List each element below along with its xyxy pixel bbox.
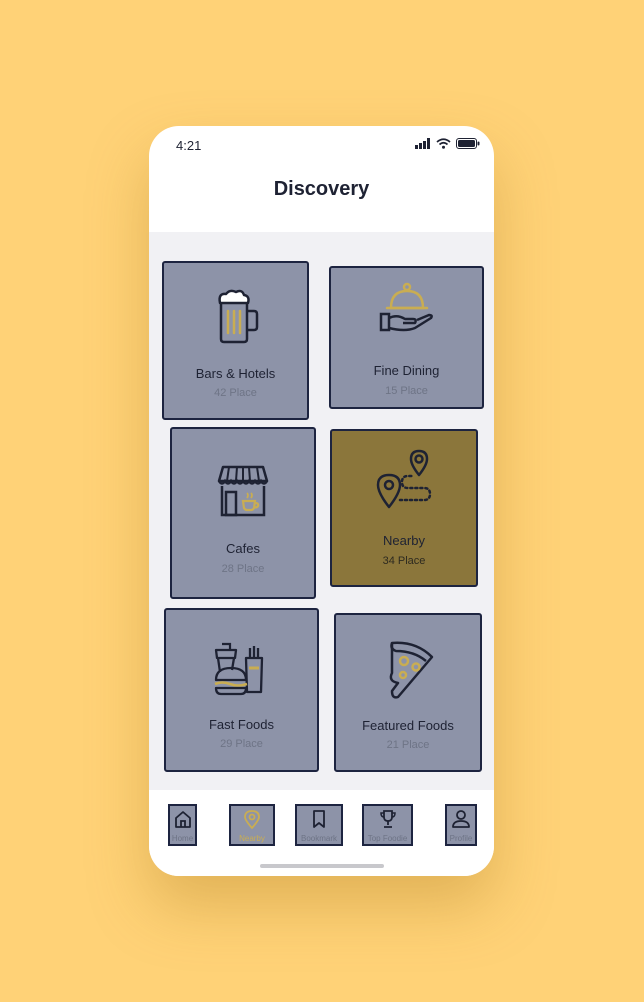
category-card-nearby[interactable]: Nearby 34 Place [330,429,478,587]
tab-nearby[interactable]: Nearby [229,804,275,846]
category-title: Fine Dining [373,363,440,378]
category-title: Featured Foods [362,718,454,733]
tab-label: Home [171,834,194,843]
cellular-signal-icon [415,138,430,149]
battery-icon [456,138,480,149]
category-place-count: 34 Place [382,555,426,567]
category-grid: Bars & Hotels 42 Place Fine Dining 15 Pl… [149,232,494,790]
category-place-count: 21 Place [386,739,430,751]
tab-label: Nearby [239,834,265,843]
category-title: Cafes [226,541,260,556]
category-card-fast-foods[interactable]: Fast Foods 29 Place [164,608,319,772]
beer-mug-icon [217,289,258,344]
wifi-icon [436,138,451,149]
status-icons [415,138,480,149]
phone-frame: 4:21 Discovery Bars & Hotels 42 Place Fi… [149,126,494,876]
tab-bookmark[interactable]: Bookmark [295,804,343,846]
category-title: Nearby [383,533,425,548]
location-pin-icon [244,810,260,829]
tab-profile[interactable]: Profile [445,804,477,846]
pizza-slice-icon [389,641,434,699]
category-place-count: 42 Place [214,387,257,399]
category-place-count: 28 Place [221,563,265,575]
tab-label: Profile [449,834,473,843]
trophy-icon [379,810,396,828]
category-card-featured-foods[interactable]: Featured Foods 21 Place [334,613,482,772]
serving-cloche-icon [379,282,433,332]
category-place-count: 15 Place [385,385,428,397]
tab-label: Top Foodie [367,834,408,843]
category-card-cafes[interactable]: Cafes 28 Place [170,427,316,599]
category-card-fine-dining[interactable]: Fine Dining 15 Place [329,266,484,409]
home-indicator [260,864,384,868]
category-title: Fast Foods [208,717,275,732]
tab-home[interactable]: Home [168,804,197,846]
bookmark-icon [313,810,325,828]
tab-label: Bookmark [300,834,337,843]
category-title: Bars & Hotels [195,366,276,381]
page-title: Discovery [273,178,370,200]
header: Discovery [149,166,494,232]
route-pins-icon [376,449,432,509]
home-icon [174,811,191,828]
cafe-storefront-icon [217,465,269,517]
status-bar: 4:21 [149,126,494,166]
user-icon [452,810,470,828]
status-time: 4:21 [176,138,202,153]
tab-top-foodie[interactable]: Top Foodie [362,804,413,846]
category-place-count: 29 Place [220,738,263,750]
category-card-bars-hotels[interactable]: Bars & Hotels 42 Place [162,261,309,420]
burger-drink-icon [213,642,263,696]
